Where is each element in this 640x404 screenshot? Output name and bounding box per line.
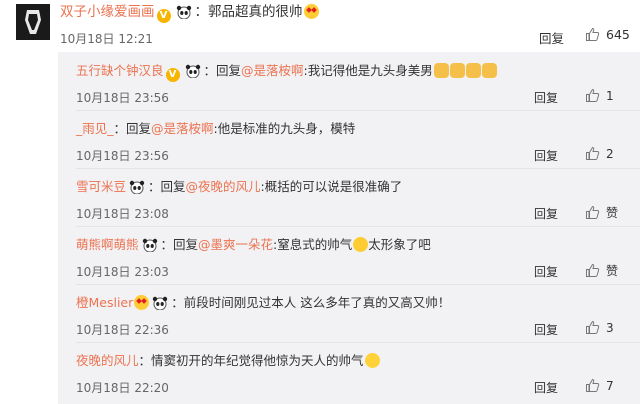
comment-body: 郭品超真的很帅 — [208, 4, 303, 20]
divider — [76, 168, 640, 169]
reply-button[interactable]: 回复 — [539, 28, 564, 47]
like-count: 3 — [606, 321, 614, 335]
mention-link[interactable]: @是落桉啊 — [241, 63, 304, 78]
reply-button[interactable]: 回复 — [534, 263, 558, 280]
crying-emoji-icon — [353, 237, 369, 252]
panda-emoji-icon — [176, 5, 192, 24]
timestamp: 10月18日 23:03 — [76, 265, 169, 279]
mention-link[interactable]: @夜晚的风儿 — [186, 179, 261, 194]
like-count: 赞 — [606, 206, 619, 220]
timestamp: 10月18日 22:20 — [76, 381, 169, 395]
username-link[interactable]: _雨见_ — [76, 121, 114, 136]
heart-eyes-emoji-icon — [303, 4, 319, 19]
timestamp: 10月18日 22:36 — [76, 323, 169, 337]
like-count: 赞 — [606, 264, 619, 278]
cat-emoji-icon — [433, 63, 449, 78]
panda-emoji-icon — [129, 180, 145, 199]
username-link[interactable]: 双子小缘爱画画 — [60, 4, 155, 20]
like-button[interactable]: 1 — [585, 88, 614, 106]
like-button[interactable]: 645 — [585, 27, 630, 45]
like-count: 7 — [606, 379, 614, 393]
thumb-up-icon — [585, 205, 600, 223]
reply-button[interactable]: 回复 — [534, 147, 558, 164]
username-link[interactable]: 夜晚的风儿 — [76, 353, 139, 368]
thumb-up-icon — [585, 320, 600, 338]
username-link[interactable]: 萌熊啊萌熊 — [76, 237, 139, 252]
like-button[interactable]: 赞 — [585, 204, 618, 223]
panda-emoji-icon — [152, 296, 168, 315]
reply-button[interactable]: 回复 — [534, 89, 558, 106]
like-count: 1 — [606, 89, 614, 103]
mention-link[interactable]: @墨爽一朵花 — [198, 237, 273, 252]
like-button[interactable]: 7 — [585, 378, 614, 396]
cat-emoji-icon — [481, 63, 497, 78]
smile-emoji-icon — [364, 353, 380, 368]
top-comment: 双子小缘爱画画 V ：郭品超真的很帅 10月18日 12:21 回复 645 — [0, 0, 640, 52]
cat-emoji-icon — [465, 63, 481, 78]
timestamp: 10月18日 12:21 — [60, 32, 153, 46]
like-button[interactable]: 赞 — [585, 262, 618, 281]
divider — [76, 226, 640, 227]
heart-eyes-emoji-icon — [134, 295, 150, 310]
thumb-up-icon — [585, 378, 600, 396]
top-comment-text: 双子小缘爱画画 V ：郭品超真的很帅 — [60, 3, 319, 24]
avatar[interactable] — [16, 4, 50, 40]
mention-link[interactable]: @是落桉啊 — [151, 121, 214, 136]
reply-button[interactable]: 回复 — [534, 379, 558, 396]
like-count: 645 — [606, 27, 630, 42]
username-link[interactable]: 五行缺个钟汉良 — [76, 63, 164, 78]
divider — [76, 110, 640, 111]
panda-emoji-icon — [142, 238, 158, 257]
like-button[interactable]: 2 — [585, 146, 614, 164]
timestamp: 10月18日 23:08 — [76, 207, 169, 221]
reply-text: 雪可米豆 ：回复@夜晚的风儿:概括的可以说是很准确了 — [76, 178, 402, 199]
verified-badge-icon: V — [165, 68, 180, 82]
reply-text: 萌熊啊萌熊 ：回复@墨爽一朵花:窒息式的帅气 太形象了吧 — [76, 236, 431, 257]
username-link[interactable]: 雪可米豆 — [76, 179, 126, 194]
divider — [76, 342, 640, 343]
reply-text: 夜晚的风儿：情窦初开的年纪觉得他惊为天人的帅气 — [76, 352, 380, 370]
reply-text: 橙Meslier ：前段时间刚见过本人 这么多年了真的又高又帅！ — [76, 294, 450, 315]
thumb-up-icon — [585, 88, 600, 106]
reply-button[interactable]: 回复 — [534, 321, 558, 338]
like-count: 2 — [606, 147, 614, 161]
reply-text: 五行缺个钟汉良 V ：回复@是落桉啊:我记得他是九头身美男 — [76, 62, 497, 83]
cat-emoji-icon — [449, 63, 465, 78]
panda-emoji-icon — [185, 64, 201, 83]
thumb-up-icon — [585, 146, 600, 164]
timestamp: 10月18日 23:56 — [76, 149, 169, 163]
reply-text: _雨见_：回复@是落桉啊:他是标准的九头身，模特 — [76, 121, 356, 136]
verified-badge-icon: V — [156, 9, 171, 23]
thumb-up-icon — [585, 263, 600, 281]
divider — [76, 284, 640, 285]
thumb-up-icon — [585, 27, 600, 45]
timestamp: 10月18日 23:56 — [76, 91, 169, 105]
like-button[interactable]: 3 — [585, 320, 614, 338]
reply-button[interactable]: 回复 — [534, 205, 558, 222]
username-link[interactable]: 橙Meslier — [76, 295, 133, 310]
